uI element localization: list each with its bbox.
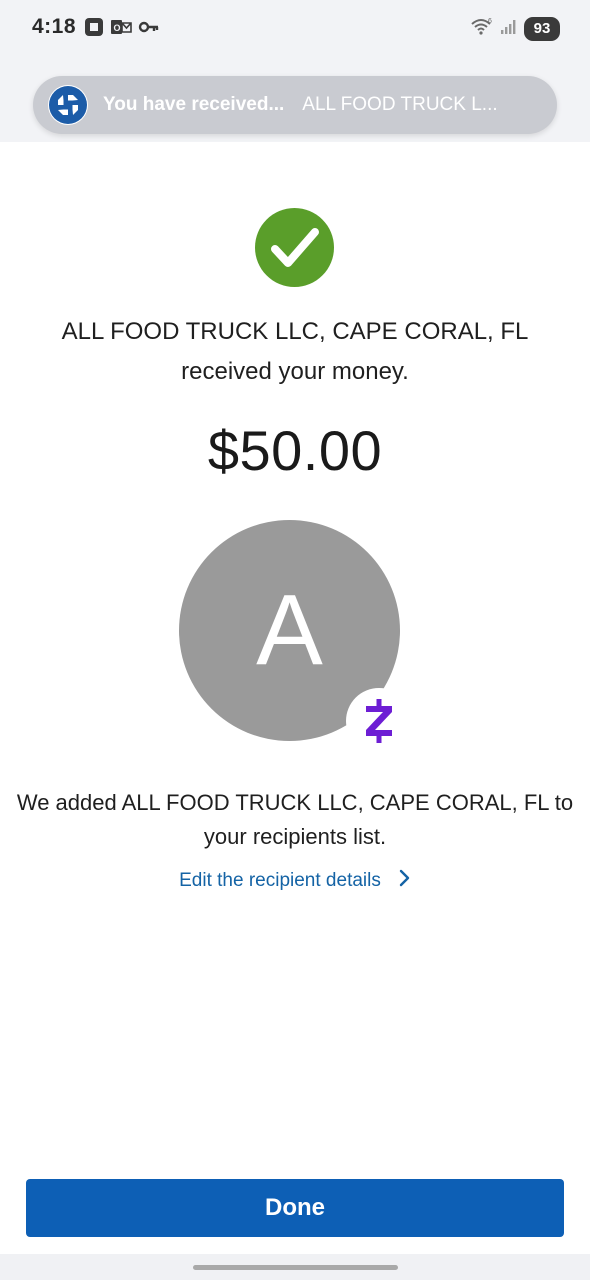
recipient-name: ALL FOOD TRUCK LLC, CAPE CORAL, FL xyxy=(61,318,529,345)
bank-app-icon xyxy=(84,17,104,42)
received-message: received your money. xyxy=(181,358,409,385)
notification-body: ALL FOOD TRUCK L... xyxy=(302,94,498,115)
edit-recipient-label: Edit the recipient details xyxy=(179,870,381,891)
wifi-icon: 6 xyxy=(470,16,494,41)
svg-text:O: O xyxy=(114,23,121,33)
signal-icon xyxy=(500,16,518,41)
status-icons-right: 6 93 xyxy=(470,16,560,41)
notification-banner[interactable]: You have received... ALL FOOD TRUCK L... xyxy=(33,76,557,134)
done-button[interactable]: Done xyxy=(26,1179,564,1237)
battery-indicator: 93 xyxy=(524,16,560,41)
chevron-right-icon xyxy=(399,869,411,893)
svg-text:6: 6 xyxy=(488,18,492,25)
added-message-line1: We added ALL FOOD TRUCK LLC, CAPE CORAL,… xyxy=(16,790,574,815)
home-handle[interactable] xyxy=(193,1265,398,1270)
outlook-icon: O xyxy=(110,17,132,42)
bank-logo-icon xyxy=(48,85,88,125)
notification-title: You have received... xyxy=(103,94,285,115)
zelle-icon xyxy=(346,688,412,754)
amount-value: $50.00 xyxy=(207,419,383,482)
status-time: 4:18 xyxy=(32,15,77,38)
added-message-line2: your recipients list. xyxy=(203,824,387,849)
navigation-bar xyxy=(0,1254,590,1280)
success-check-icon xyxy=(255,208,334,287)
status-icons-left: O xyxy=(84,17,160,42)
key-icon xyxy=(138,17,160,42)
edit-recipient-link[interactable]: Edit the recipient details xyxy=(0,869,590,893)
